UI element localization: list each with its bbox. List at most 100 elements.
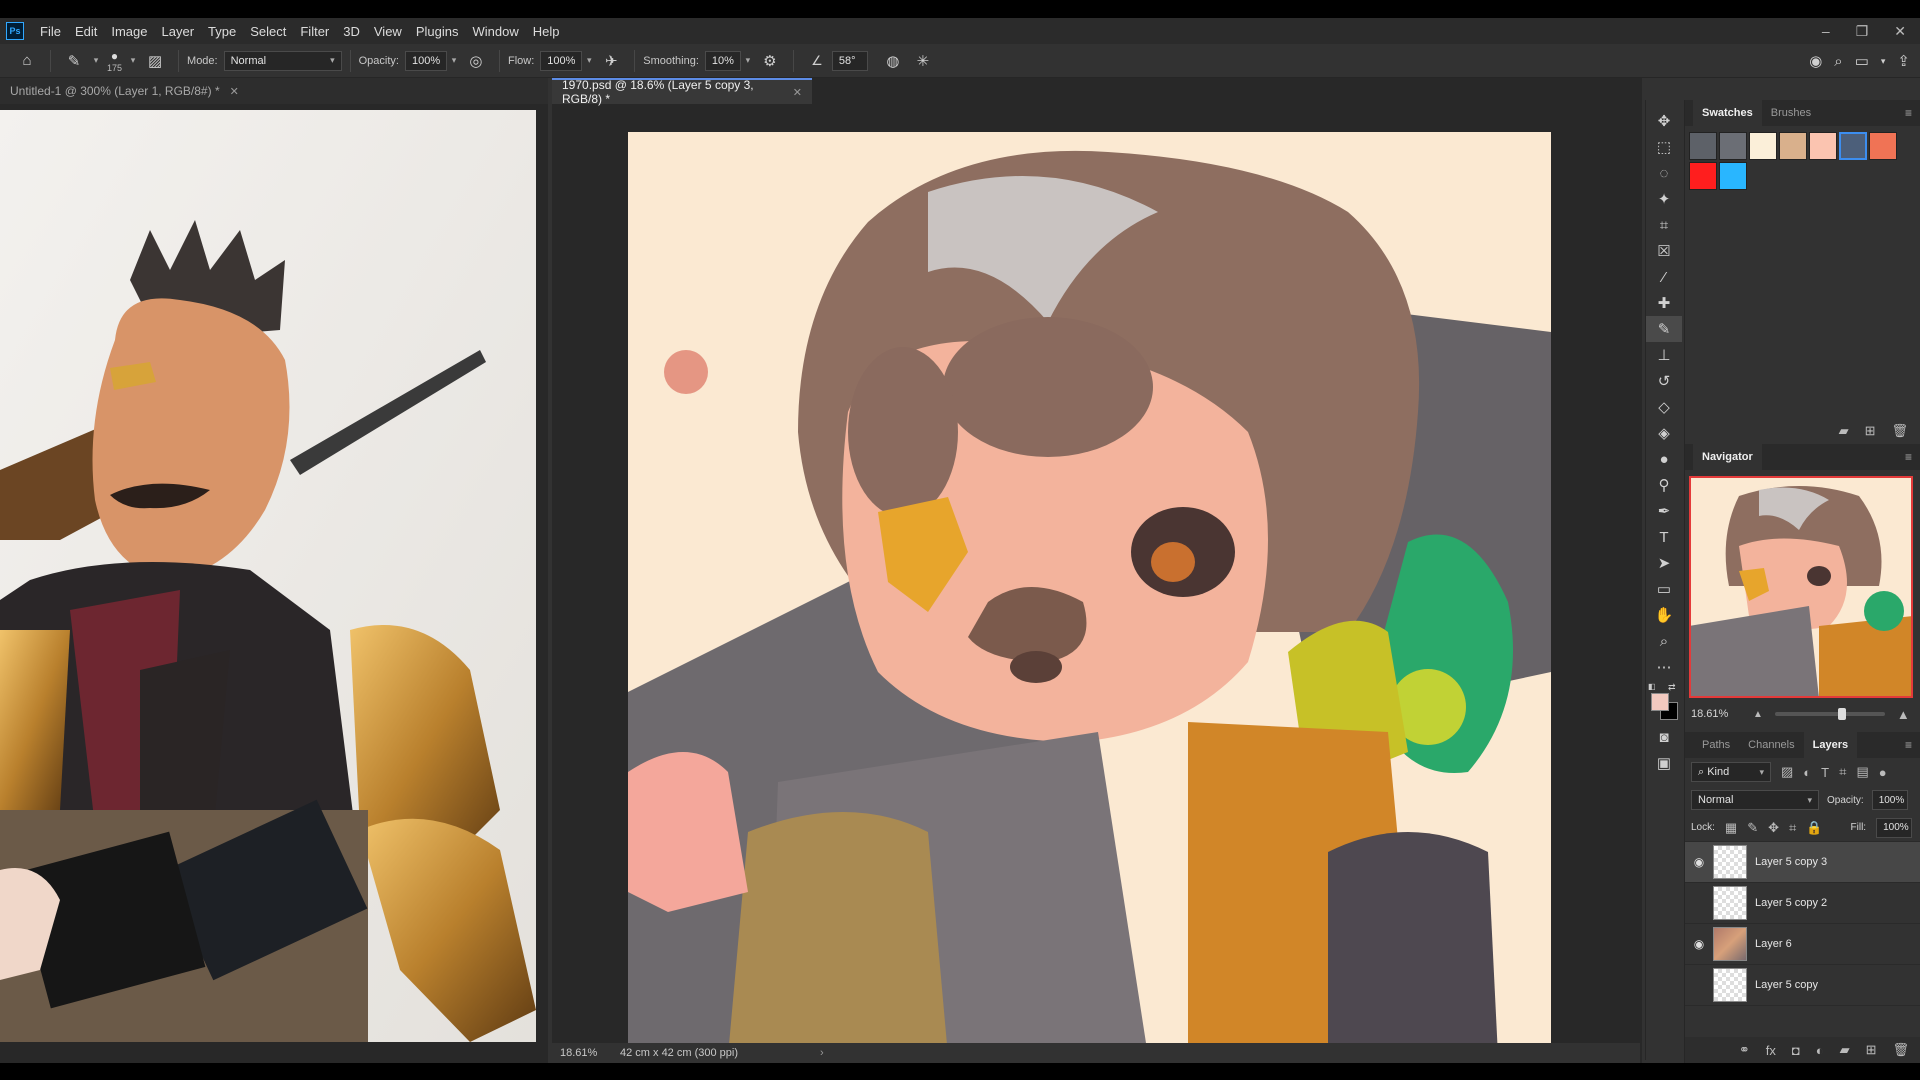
menu-plugins[interactable]: Plugins — [412, 24, 469, 39]
angle-input[interactable]: 58° — [831, 50, 868, 71]
delete-trash-icon[interactable]: 🗑 — [1892, 1042, 1909, 1058]
airbrush-icon[interactable]: ✈ — [600, 50, 622, 72]
delete-trash-icon[interactable]: 🗑 — [1891, 423, 1908, 439]
chevron-down-icon[interactable]: ▾ — [126, 51, 140, 71]
crop-tool-icon[interactable]: ⌗ — [1646, 212, 1682, 238]
rectangle-tool-icon[interactable]: ▭ — [1646, 576, 1682, 602]
menu-layer[interactable]: Layer — [158, 24, 205, 39]
link-layers-icon[interactable]: ⚭ — [1739, 1042, 1750, 1058]
quick-mask-icon[interactable]: ◙ — [1646, 724, 1682, 750]
swatch-color[interactable] — [1689, 162, 1717, 190]
history-brush-tool-icon[interactable]: ↺ — [1646, 368, 1682, 394]
layer-row[interactable]: ◉ Layer 6 — [1685, 924, 1920, 965]
layer-name[interactable]: Layer 5 copy 3 — [1755, 856, 1827, 868]
swatch-color[interactable] — [1779, 132, 1807, 160]
smoothing-options-gear-icon[interactable]: ⚙ — [759, 50, 781, 72]
screen-mode-icon[interactable]: ▣ — [1646, 750, 1682, 776]
zoom-level-readout[interactable]: 18.61% — [560, 1047, 620, 1059]
lock-transparent-icon[interactable]: ▦ — [1725, 820, 1737, 836]
zoom-tool-icon[interactable]: ⌕ — [1646, 628, 1682, 654]
zoom-slider-handle[interactable] — [1837, 708, 1846, 720]
tab-layers[interactable]: Layers — [1803, 732, 1858, 758]
path-selection-tool-icon[interactable]: ➤ — [1646, 550, 1682, 576]
clone-stamp-tool-icon[interactable]: ⊥ — [1646, 342, 1682, 368]
reference-document-tab[interactable]: Untitled-1 @ 300% (Layer 1, RGB/8#) * ✕ — [0, 78, 548, 104]
brush-size-picker[interactable]: ● 175 — [107, 49, 122, 73]
flow-input[interactable]: 100% — [540, 50, 583, 71]
menu-filter[interactable]: Filter — [296, 24, 339, 39]
filter-smart-object-icon[interactable]: ▤ — [1856, 764, 1868, 780]
zoom-out-icon[interactable]: ▲ — [1753, 709, 1763, 720]
more-tools-icon[interactable]: ⋯ — [1646, 654, 1682, 680]
menu-3d[interactable]: 3D — [339, 24, 370, 39]
default-colors-icon[interactable]: ◧ — [1648, 682, 1656, 691]
dodge-tool-icon[interactable]: ⚲ — [1646, 472, 1682, 498]
lock-artboard-icon[interactable]: ⌗ — [1789, 820, 1796, 836]
lock-pixels-icon[interactable]: ✎ — [1747, 820, 1758, 836]
close-button[interactable]: ✕ — [1894, 23, 1906, 40]
new-group-folder-icon[interactable]: ▰ — [1840, 1042, 1850, 1058]
layer-opacity-input[interactable]: 100% — [1871, 790, 1908, 810]
panel-menu-icon[interactable]: ≡ — [1905, 450, 1912, 464]
symmetry-icon[interactable]: ✳ — [912, 50, 934, 72]
visibility-eye-icon[interactable]: ◉ — [1685, 937, 1713, 951]
mode-select[interactable]: Normal ▾ — [223, 50, 342, 71]
lasso-tool-icon[interactable]: ◌ — [1646, 160, 1682, 186]
layer-name[interactable]: Layer 5 copy — [1755, 979, 1818, 991]
move-tool-icon[interactable]: ✥ — [1646, 108, 1682, 134]
foreground-color-swatch[interactable] — [1651, 693, 1669, 711]
layer-name[interactable]: Layer 5 copy 2 — [1755, 897, 1827, 909]
brush-settings-icon[interactable]: ▨ — [144, 50, 166, 72]
magic-wand-tool-icon[interactable]: ✦ — [1646, 186, 1682, 212]
brush-tool-preset-icon[interactable]: ✎ — [63, 50, 85, 72]
layer-row[interactable]: Layer 5 copy — [1685, 965, 1920, 1006]
layer-style-fx-icon[interactable]: fx — [1766, 1043, 1776, 1058]
restore-button[interactable]: ❐ — [1856, 23, 1869, 40]
new-swatch-icon[interactable]: ⊞ — [1865, 423, 1876, 439]
swatch-color[interactable] — [1689, 132, 1717, 160]
hand-tool-icon[interactable]: ✋ — [1646, 602, 1682, 628]
visibility-eye-icon[interactable]: ◉ — [1685, 855, 1713, 869]
tab-swatches[interactable]: Swatches — [1693, 100, 1762, 126]
lock-position-icon[interactable]: ✥ — [1768, 820, 1779, 836]
share-user-icon[interactable]: ◉ — [1809, 52, 1822, 70]
type-tool-icon[interactable]: T — [1646, 524, 1682, 550]
menu-view[interactable]: View — [370, 24, 412, 39]
swatch-color[interactable] — [1749, 132, 1777, 160]
menu-help[interactable]: Help — [529, 24, 570, 39]
tab-navigator[interactable]: Navigator — [1693, 444, 1762, 470]
smoothing-input[interactable]: 10% — [704, 50, 741, 71]
tab-channels[interactable]: Channels — [1739, 732, 1803, 758]
filter-type-icon[interactable]: T — [1821, 765, 1829, 780]
blur-tool-icon[interactable]: ● — [1646, 446, 1682, 472]
menu-edit[interactable]: Edit — [71, 24, 107, 39]
zoom-in-icon[interactable]: ▲ — [1897, 707, 1910, 722]
layer-name[interactable]: Layer 6 — [1755, 938, 1792, 950]
chevron-down-icon[interactable]: ▾ — [1881, 56, 1886, 67]
chevron-down-icon[interactable]: ▾ — [89, 51, 103, 71]
swatch-color[interactable] — [1719, 162, 1747, 190]
pen-tool-icon[interactable]: ✒ — [1646, 498, 1682, 524]
swatch-color[interactable] — [1719, 132, 1747, 160]
share-icon[interactable]: ⇪ — [1897, 52, 1910, 70]
close-icon[interactable]: ✕ — [230, 85, 239, 98]
filter-shape-icon[interactable]: ⌗ — [1839, 764, 1846, 780]
filter-adjustment-icon[interactable]: ◐ — [1803, 765, 1811, 780]
workspace-icon[interactable]: ▭ — [1855, 52, 1869, 70]
menu-type[interactable]: Type — [204, 24, 246, 39]
chevron-down-icon[interactable]: ▾ — [447, 51, 461, 71]
filter-pixel-icon[interactable]: ▨ — [1781, 764, 1793, 780]
swatch-color[interactable] — [1869, 132, 1897, 160]
pressure-opacity-icon[interactable]: ◎ — [465, 50, 487, 72]
panel-menu-icon[interactable]: ≡ — [1905, 738, 1912, 752]
chevron-down-icon[interactable]: ▾ — [582, 51, 596, 71]
swatch-color-selected[interactable] — [1839, 132, 1867, 160]
home-icon[interactable]: ⌂ — [16, 50, 38, 72]
navigator-zoom-readout[interactable]: 18.61% — [1691, 708, 1741, 720]
eraser-tool-icon[interactable]: ◇ — [1646, 394, 1682, 420]
lock-all-icon[interactable]: 🔒 — [1806, 820, 1822, 836]
filter-toggle-icon[interactable]: ● — [1879, 765, 1887, 780]
navigator-zoom-slider[interactable] — [1774, 708, 1885, 720]
tab-paths[interactable]: Paths — [1693, 732, 1739, 758]
blend-mode-select[interactable]: Normal ▾ — [1691, 790, 1819, 810]
